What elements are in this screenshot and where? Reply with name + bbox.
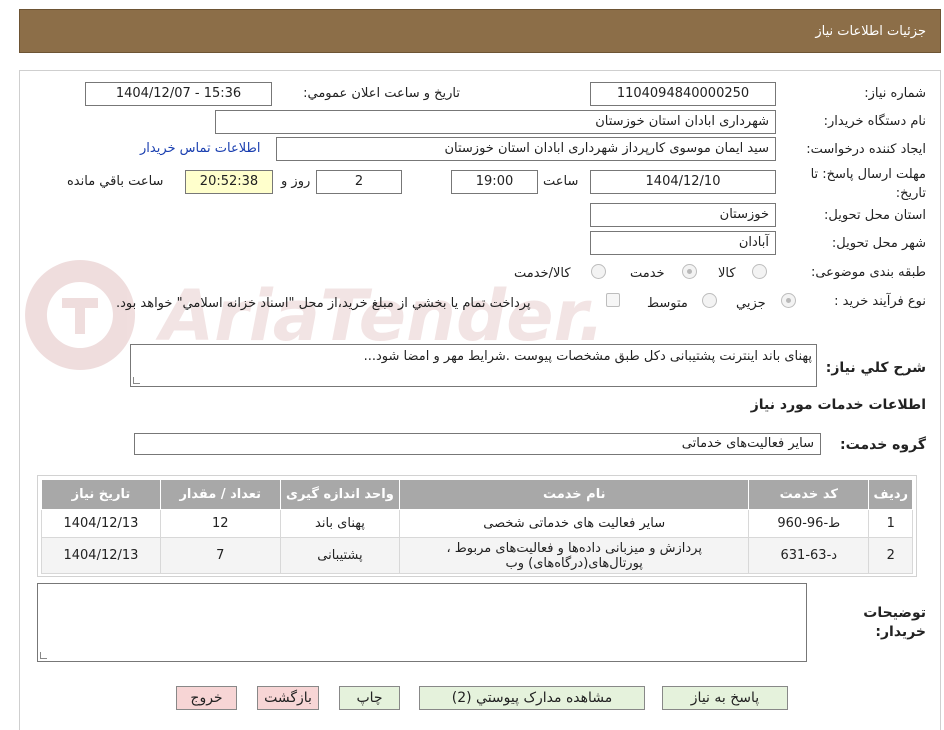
cell-name: ساير فعاليت هاى خدماتى شخصى	[399, 509, 750, 538]
need-number-label: شماره نياز:	[864, 86, 926, 101]
creator-field[interactable]: سید ایمان موسوی کارپرداز شهرداری ابادان …	[276, 137, 776, 161]
category-radio-goods[interactable]	[752, 264, 767, 279]
exit-button[interactable]: خروج	[176, 686, 237, 710]
service-group-field[interactable]: ساير فعاليت‌هاى خدماتى	[134, 433, 821, 455]
cell-qty: 7	[159, 537, 281, 574]
province-field[interactable]: خوزستان	[590, 203, 776, 227]
col-qty: تعداد / مقدار	[159, 479, 281, 510]
col-code: كد خدمت	[748, 479, 870, 510]
remaining-label: ساعت باقي مانده	[67, 174, 164, 189]
days-field[interactable]: 2	[316, 170, 402, 194]
buyer-notes-text	[38, 584, 806, 592]
buyer-notes-textarea[interactable]	[37, 583, 807, 662]
category-option-goods: كالا	[718, 266, 736, 281]
process-option-medium: متوسط	[647, 296, 688, 311]
announce-label: تاريخ و ساعت اعلان عمومي:	[303, 86, 460, 101]
page-title: جزئيات اطلاعات نياز	[815, 24, 926, 39]
services-table-wrap: رديف كد خدمت نام خدمت واحد اندازه گيری ت…	[37, 475, 917, 577]
table-header-row: رديف كد خدمت نام خدمت واحد اندازه گيری ت…	[41, 479, 913, 510]
payment-note: پرداخت تمام يا بخشي از مبلغ خريد،از محل …	[116, 296, 531, 311]
description-label: شرح كلي نياز:	[825, 360, 926, 376]
cell-row: 1	[868, 509, 913, 538]
category-radio-service[interactable]	[682, 264, 697, 279]
province-label: استان محل تحويل:	[824, 208, 926, 223]
buyer-notes-label: توضيحات خريدار:	[863, 605, 926, 640]
buyer-org-field[interactable]: شهرداری ابادان استان خوزستان	[215, 110, 776, 134]
cell-date: 1404/12/13	[41, 537, 161, 574]
treasury-checkbox[interactable]	[606, 293, 620, 307]
table-row[interactable]: 2 د-63-631 پردازش و ميزبانى داده‌ها و فع…	[41, 537, 913, 574]
view-documents-button[interactable]: مشاهده مدارک پيوستي (2)	[419, 686, 645, 710]
buyer-org-label: نام دستگاه خريدار:	[823, 114, 926, 129]
cell-row: 2	[868, 537, 913, 574]
resize-grip-icon[interactable]	[40, 652, 47, 659]
deadline-time-label: ساعت	[543, 174, 579, 189]
need-number-field[interactable]: 1104094840000250	[590, 82, 776, 106]
remaining-time-field: 20:52:38	[185, 170, 273, 194]
process-option-minor: جزيي	[736, 296, 766, 311]
services-table: رديف كد خدمت نام خدمت واحد اندازه گيری ت…	[41, 479, 913, 574]
table-row[interactable]: 1 ط-96-960 ساير فعاليت هاى خدماتى شخصى پ…	[41, 509, 913, 538]
services-section-title: اطلاعات خدمات مورد نياز	[750, 397, 926, 413]
process-radio-minor[interactable]	[781, 293, 796, 308]
days-label: روز و	[281, 174, 311, 189]
description-textarea[interactable]: پهنای باند اینترنت پشتیبانی دکل طبق مشخص…	[130, 344, 817, 387]
category-radio-goods-service[interactable]	[591, 264, 606, 279]
creator-label: ايجاد كننده درخواست:	[806, 142, 926, 157]
deadline-label: مهلت ارسال پاسخ: تا تاريخ:	[810, 167, 926, 201]
category-option-goods-service: كالا/خدمت	[514, 266, 571, 281]
buyer-contact-link[interactable]: اطلاعات تماس خريدار	[140, 141, 260, 156]
cell-qty: 12	[159, 509, 281, 538]
cell-unit: پشتیبانی	[279, 537, 401, 574]
city-label: شهر محل تحويل:	[831, 236, 926, 251]
deadline-date-field[interactable]: 1404/12/10	[590, 170, 776, 194]
cell-date: 1404/12/13	[41, 509, 161, 538]
process-label: نوع فرآيند خريد :	[834, 294, 926, 309]
service-group-label: گروه خدمت:	[840, 437, 926, 453]
back-button[interactable]: بازگشت	[257, 686, 319, 710]
description-text: پهنای باند اینترنت پشتیبانی دکل طبق مشخص…	[363, 349, 812, 364]
col-row: رديف	[868, 479, 913, 510]
reply-button[interactable]: پاسخ به نياز	[662, 686, 788, 710]
cell-code: ط-96-960	[748, 509, 870, 538]
category-option-service: خدمت	[630, 266, 665, 281]
category-label: طبقه بندی موضوعی:	[810, 265, 926, 280]
announce-field[interactable]: 1404/12/07 - 15:36	[85, 82, 272, 106]
deadline-time-field[interactable]: 19:00	[451, 170, 538, 194]
cell-unit: پهنای باند	[279, 509, 401, 538]
process-radio-medium[interactable]	[702, 293, 717, 308]
col-date: تاريخ نياز	[41, 479, 161, 510]
print-button[interactable]: چاپ	[339, 686, 400, 710]
page-header: جزئيات اطلاعات نياز	[19, 9, 941, 53]
col-name: نام خدمت	[399, 479, 750, 510]
cell-code: د-63-631	[748, 537, 870, 574]
resize-grip-icon[interactable]	[133, 377, 140, 384]
col-unit: واحد اندازه گيری	[279, 479, 401, 510]
cell-name: پردازش و ميزبانى داده‌ها و فعاليت‌هاى مر…	[399, 537, 750, 574]
city-field[interactable]: آبادان	[590, 231, 776, 255]
